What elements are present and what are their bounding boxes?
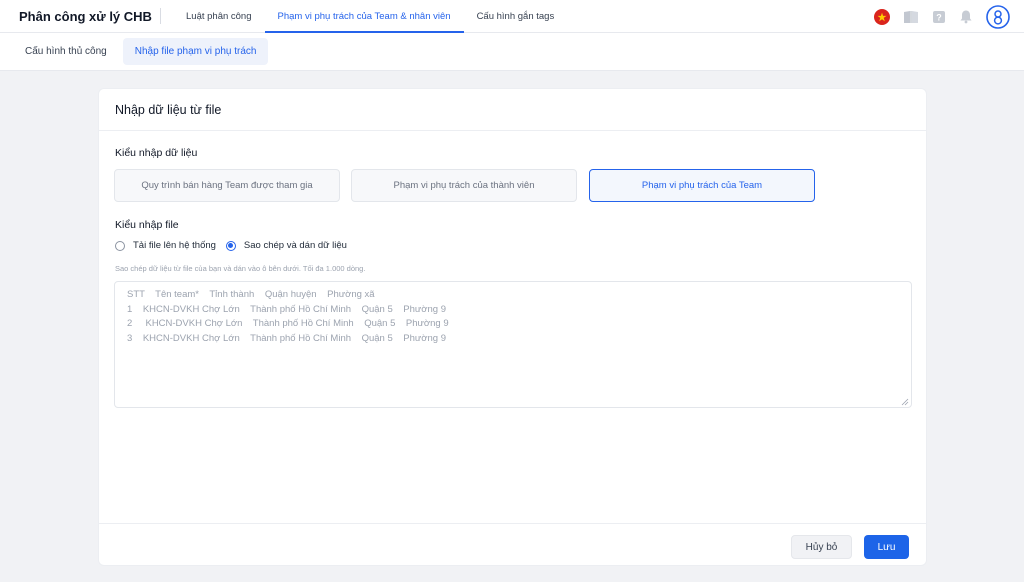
top-navigation-bar: Phân công xử lý CHB Luật phân công Phạm … [0, 0, 1024, 33]
tab-tag-config[interactable]: Cấu hình gắn tags [464, 0, 568, 33]
option-member-scope[interactable]: Phạm vi phụ trách của thành viên [351, 169, 577, 202]
card-footer: Hủy bỏ Lưu [99, 523, 926, 565]
tab-assignment-rules[interactable]: Luật phân công [173, 0, 265, 33]
help-icon[interactable]: ? [932, 10, 946, 24]
paste-data-textarea[interactable]: STT Tên team* Tỉnh thành Quận huyện Phườ… [114, 281, 912, 408]
radio-upload-label: Tải file lên hệ thống [133, 240, 216, 251]
placeholder-line: 1 KHCN-DVKH Chợ Lớn Thành phố Hồ Chí Min… [127, 303, 446, 315]
top-tabs: Luật phân công Phạm vi phụ trách của Tea… [173, 0, 567, 33]
save-button[interactable]: Lưu [864, 535, 909, 559]
file-type-label: Kiểu nhập file [115, 219, 179, 231]
bell-icon[interactable] [959, 9, 973, 24]
placeholder-line: 3 KHCN-DVKH Chợ Lớn Thành phố Hồ Chí Min… [127, 332, 446, 344]
radio-copy-paste-label: Sao chép và dán dữ liệu [243, 240, 347, 251]
file-type-radio-group: Tải file lên hệ thống Sao chép và dán dữ… [115, 240, 357, 251]
sub-navigation-bar: Cấu hình thủ công Nhập file phạm vi phụ … [0, 33, 1024, 71]
header-divider [160, 8, 161, 24]
placeholder-line: STT Tên team* Tỉnh thành Quận huyện Phườ… [127, 289, 375, 300]
import-type-label: Kiểu nhập dữ liệu [115, 147, 198, 159]
svg-text:?: ? [936, 12, 942, 22]
app-title: Phân công xử lý CHB [19, 8, 152, 24]
user-avatar-icon[interactable] [986, 4, 1010, 29]
radio-circle[interactable] [115, 240, 125, 251]
radio-circle-checked[interactable] [225, 240, 236, 251]
header-actions: ? [874, 0, 1010, 33]
subtab-manual-config[interactable]: Cấu hình thủ công [13, 38, 119, 65]
subtab-import-file[interactable]: Nhập file phạm vi phụ trách [122, 38, 269, 65]
cancel-button[interactable]: Hủy bỏ [791, 535, 852, 559]
radio-upload-file[interactable]: Tải file lên hệ thống [115, 240, 216, 251]
vietnam-flag-icon[interactable] [874, 8, 890, 25]
card-header: Nhập dữ liệu từ file [99, 89, 926, 131]
radio-copy-paste[interactable]: Sao chép và dán dữ liệu [225, 240, 347, 251]
tab-team-staff-scope[interactable]: Phạm vi phụ trách của Team & nhân viên [264, 0, 464, 33]
import-card: Nhập dữ liệu từ file Kiểu nhập dữ liệu Q… [98, 88, 927, 566]
option-sales-process[interactable]: Quy trình bán hàng Team được tham gia [114, 169, 340, 202]
card-title: Nhập dữ liệu từ file [115, 102, 222, 117]
resize-handle-icon[interactable] [901, 397, 909, 406]
option-team-scope[interactable]: Phạm vi phụ trách của Team [589, 169, 815, 202]
book-icon[interactable] [903, 10, 919, 24]
placeholder-line: 2 KHCN-DVKH Chợ Lớn Thành phố Hồ Chí Min… [127, 318, 449, 329]
paste-hint: Sao chép dữ liệu từ file của bạn và dán … [115, 264, 366, 273]
